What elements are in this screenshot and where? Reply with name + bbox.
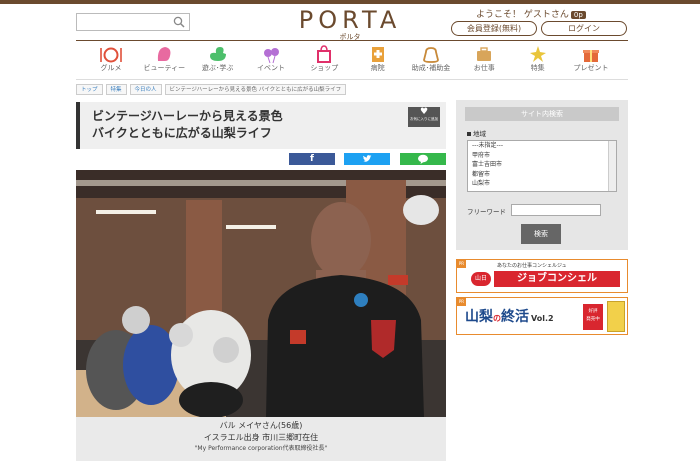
favorite-label: お気に入りに追加 xyxy=(410,117,438,121)
sidebar-search-button[interactable]: 検索 xyxy=(521,224,561,244)
breadcrumb-current: ビンテージハーレーから見える景色 バイクとともに広がる山梨ライフ xyxy=(164,84,347,95)
article-photo xyxy=(76,170,446,417)
shukatsu-banner[interactable]: PR 山梨の終活 Vol.2 好評 発売中 xyxy=(456,297,628,335)
freeword-input[interactable] xyxy=(511,204,601,216)
job-brand-mark: 山日 xyxy=(471,272,491,286)
job-icon xyxy=(477,47,492,61)
banner-pr-tag: PR xyxy=(457,298,466,306)
nav-label-subsidy: 助成･補助金 xyxy=(411,64,451,72)
article-title-line1: ビンテージハーレーから見える景色 xyxy=(92,109,283,123)
top-accent-bar xyxy=(0,0,700,4)
nav-label-gourmet: グルメ xyxy=(100,64,122,72)
breadcrumb-top[interactable]: トップ xyxy=(76,84,103,95)
shukatsu-badge-line1: 好評 xyxy=(588,309,598,314)
shukatsu-title: 山梨の終活 Vol.2 xyxy=(465,306,554,326)
area-option[interactable]: 甲府市 xyxy=(468,151,616,161)
breadcrumb: トップ 特集 今日の人 ビンテージハーレーから見える景色 バイクとともに広がる山… xyxy=(76,84,347,95)
caption-company: "My Performance corporation代表取締役社長" xyxy=(194,445,328,452)
article-title: ビンテージハーレーから見える景色 バイクとともに広がる山梨ライフ xyxy=(92,108,283,142)
nav-item-feature[interactable]: 特集 xyxy=(513,44,563,78)
job-banner-title: ジョブコンシェル xyxy=(494,271,620,287)
beauty-icon xyxy=(158,47,171,61)
banner-pr-tag: PR xyxy=(457,260,466,268)
nav-item-job[interactable]: お仕事 xyxy=(459,44,509,78)
site-search-heading: サイト内検索 xyxy=(465,107,619,121)
freeword-label: フリーワード xyxy=(467,208,506,216)
hospital-icon xyxy=(371,47,384,62)
nav-label-present: プレゼント xyxy=(573,64,609,72)
area-select[interactable]: ---未指定--- 甲府市 富士吉田市 都留市 山梨市 xyxy=(467,140,617,192)
job-banner-caption: あなたのお仕事コンシェルジュ xyxy=(497,263,567,269)
breadcrumb-feature[interactable]: 特集 xyxy=(105,84,127,95)
play-learn-icon xyxy=(209,47,226,61)
welcome-text: ようこそ！ ゲストさん xyxy=(476,10,569,20)
area-option[interactable]: 都留市 xyxy=(468,170,616,180)
shukatsu-title-b: の xyxy=(493,314,501,323)
shop-icon xyxy=(317,45,332,63)
twitter-share-button[interactable] xyxy=(344,153,390,165)
line-icon xyxy=(418,154,428,164)
nav-label-beauty: ビューティー xyxy=(143,64,186,72)
shukatsu-badge-line2: 発売中 xyxy=(586,317,600,322)
area-option[interactable]: 山梨市 xyxy=(468,179,616,189)
nav-item-gourmet[interactable]: グルメ xyxy=(86,44,136,78)
twitter-icon xyxy=(363,155,372,162)
nav-item-event[interactable]: イベント xyxy=(246,44,296,78)
nav-item-shop[interactable]: ショップ xyxy=(299,44,349,78)
logo-text: PORTA xyxy=(298,6,402,34)
nav-item-subsidy[interactable]: 助成･補助金 xyxy=(406,44,456,78)
heart-icon: ♥ xyxy=(419,107,429,117)
favorite-button[interactable]: ♥ お気に入りに追加 xyxy=(408,107,440,127)
nav-label-hospital: 病院 xyxy=(370,64,385,72)
nav-label-feature: 特集 xyxy=(530,64,545,72)
area-label: 地域 xyxy=(467,128,486,138)
area-scrollbar[interactable] xyxy=(608,141,616,191)
facebook-icon: f xyxy=(310,154,314,164)
caption-name: バル メイヤさん(56歳) xyxy=(219,421,303,430)
area-option[interactable]: ---未指定--- xyxy=(468,141,616,151)
photo-caption: バル メイヤさん(56歳) イスラエル出身 市川三郷町在住 "My Perfor… xyxy=(76,417,446,461)
article-title-line2: バイクとともに広がる山梨ライフ xyxy=(92,126,272,140)
nav-label-job: お仕事 xyxy=(473,64,495,72)
breadcrumb-todays-person[interactable]: 今日の人 xyxy=(129,84,162,95)
feature-icon xyxy=(529,46,546,62)
job-concierge-banner[interactable]: PR あなたのお仕事コンシェルジュ 山日 ジョブコンシェル xyxy=(456,259,628,293)
nav-item-beauty[interactable]: ビューティー xyxy=(139,44,189,78)
login-button[interactable]: ログイン xyxy=(541,21,627,36)
subsidy-icon xyxy=(423,47,439,63)
nav-item-play-learn[interactable]: 遊ぶ･学ぶ xyxy=(193,44,243,78)
site-logo[interactable]: PORTA ポルタ xyxy=(288,7,412,41)
nav-item-hospital[interactable]: 病院 xyxy=(353,44,403,78)
shukatsu-vol: Vol.2 xyxy=(531,314,554,323)
search-input[interactable] xyxy=(76,13,190,31)
shukatsu-title-a: 山梨 xyxy=(465,309,493,325)
article-title-box: ビンテージハーレーから見える景色 バイクとともに広がる山梨ライフ ♥ お気に入り… xyxy=(76,102,446,149)
shukatsu-badge: 好評 発売中 xyxy=(583,304,603,330)
shukatsu-title-c: 終活 xyxy=(501,309,529,325)
caption-origin: イスラエル出身 市川三郷町在住 xyxy=(203,433,319,442)
facebook-share-button[interactable]: f xyxy=(289,153,335,165)
event-icon xyxy=(263,48,279,64)
nav-divider xyxy=(76,79,628,80)
nav-label-play-learn: 遊ぶ･学ぶ xyxy=(201,64,234,72)
nav-item-present[interactable]: プレゼント xyxy=(566,44,616,78)
search-icon[interactable] xyxy=(173,16,185,28)
area-option[interactable]: 富士吉田市 xyxy=(468,160,616,170)
line-share-button[interactable] xyxy=(400,153,446,165)
area-label-text: 地域 xyxy=(473,130,486,138)
present-icon xyxy=(582,50,599,62)
nav-label-shop: ショップ xyxy=(310,64,339,72)
shukatsu-book-cover xyxy=(607,301,625,332)
header-divider xyxy=(76,40,628,41)
welcome-message: ようこそ！ ゲストさん 0p xyxy=(476,7,586,20)
points-badge: 0p xyxy=(570,11,586,19)
site-search-panel: サイト内検索 地域 ---未指定--- 甲府市 富士吉田市 都留市 山梨市 フリ… xyxy=(456,100,628,250)
gourmet-icon xyxy=(100,47,122,63)
category-nav: グルメ ビューティー 遊ぶ･学ぶ イベント ショップ 病院 助成･補助金 お仕事… xyxy=(86,44,616,78)
register-button[interactable]: 会員登録(無料) xyxy=(451,21,537,36)
nav-label-event: イベント xyxy=(256,64,285,72)
area-square-icon xyxy=(467,132,471,136)
